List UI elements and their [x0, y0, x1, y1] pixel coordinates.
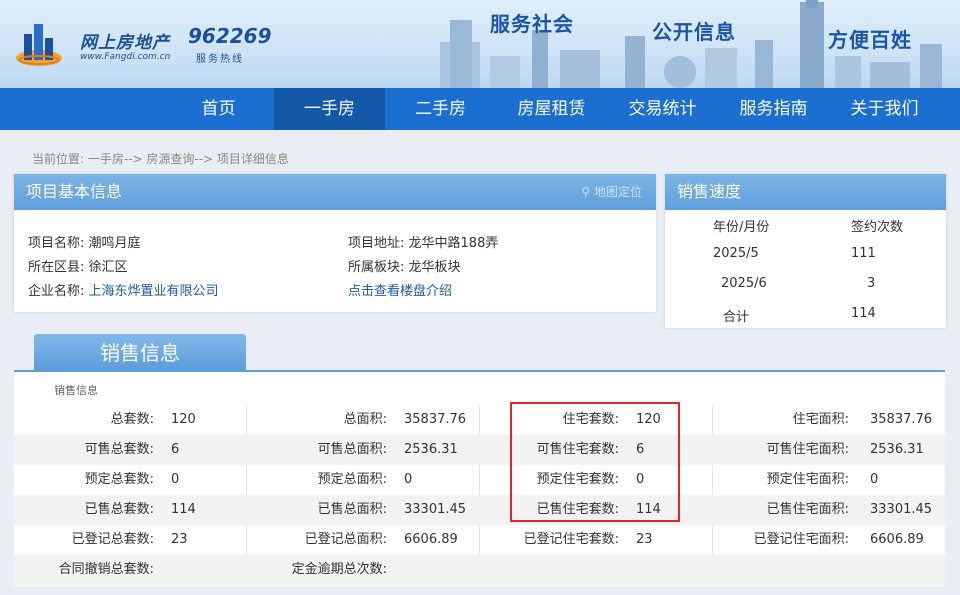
- company-label: 企业名称:: [28, 284, 85, 299]
- table-row: 已售总套数: 114 已售总面积: 33301.45 已售住宅套数: 114 已售住宅面积:…: [14, 495, 945, 525]
- cell-label-residential-area: 可售住宅面积:: [766, 442, 849, 457]
- block-row: 所属板块: 龙华板块: [348, 256, 461, 275]
- residential-highlight-box: [510, 402, 680, 522]
- site-header: 网上房地产 www.Fangdi.com.cn 962269 服务热线 服务社会…: [0, 0, 960, 88]
- hotline-label: 服务热线: [196, 54, 244, 65]
- cell-label-residential-area: 已登记住宅面积:: [753, 532, 849, 547]
- district-label: 所在区县:: [28, 260, 85, 275]
- cell-label-residential-area: [14, 555, 849, 585]
- breadcrumb: 当前位置: 一手房--> 房源查询--> 项目详细信息: [32, 152, 289, 166]
- project-info-title: 项目基本信息 ⚲ 地图定位: [14, 174, 656, 210]
- nav-item-statistics[interactable]: 交易统计: [607, 88, 718, 130]
- company-row: 企业名称: 上海东烨置业有限公司: [28, 280, 219, 299]
- project-name-row: 项目名称: 潮鸣月庭: [28, 232, 141, 251]
- speed-count: 111: [851, 246, 876, 261]
- slogan-convenience: 方便百姓: [828, 28, 912, 52]
- cell-label-residential-area: 预定住宅面积:: [766, 472, 849, 487]
- nav-item-resale[interactable]: 二手房: [385, 88, 496, 130]
- speed-count: 3: [867, 276, 876, 291]
- cell-value-residential-area: 2536.31: [870, 442, 924, 457]
- project-info-title-text: 项目基本信息: [26, 182, 123, 201]
- speed-total-label: 合计: [723, 310, 750, 325]
- sales-info-tab[interactable]: 销售信息: [34, 334, 246, 370]
- nav-item-rental[interactable]: 房屋租赁: [496, 88, 607, 130]
- speed-col-count: 签约次数: [851, 220, 904, 235]
- address-label: 项目地址:: [348, 236, 405, 251]
- project-info-panel: 项目基本信息 ⚲ 地图定位 项目名称: 潮鸣月庭 所在区县: 徐汇区 企业名称:…: [14, 174, 656, 312]
- sales-info-table: 销售信息 总套数: 120 总面积: 35837.76 住宅套数: 120 住宅面积: 358…: [14, 370, 945, 586]
- table-row: 总套数: 120 总面积: 35837.76 住宅套数: 120 住宅面积: 35837.76: [14, 405, 945, 435]
- cell-value-residential-area: 35837.76: [870, 412, 933, 427]
- speed-total-value: 114: [851, 306, 876, 321]
- hotline-number: 962269: [188, 24, 272, 48]
- address-row: 项目地址: 龙华中路188弄: [348, 232, 498, 251]
- sales-caption: 销售信息: [54, 384, 98, 397]
- intro-row: 点击查看楼盘介绍: [348, 280, 452, 299]
- speed-month: 2025/6: [721, 276, 767, 291]
- nav-item-about[interactable]: 关于我们: [829, 88, 940, 130]
- cell-value-residential-area: 33301.45: [870, 502, 933, 517]
- district-row: 所在区县: 徐汇区: [28, 256, 128, 275]
- table-row: 合同撤销总套数: 定金逾期总次数:: [14, 555, 945, 585]
- project-name-label: 项目名称:: [28, 236, 85, 251]
- speed-month: 2025/5: [713, 246, 759, 261]
- speed-col-month: 年份/月份: [713, 220, 770, 235]
- block-label: 所属板块:: [348, 260, 405, 275]
- project-name-value: 潮鸣月庭: [88, 236, 141, 251]
- company-link[interactable]: 上海东烨置业有限公司: [89, 284, 219, 299]
- table-row: 可售总套数: 6 可售总面积: 2536.31 可售住宅套数: 6 可售住宅面积: 2536.…: [14, 435, 945, 465]
- location-pin-icon: ⚲: [581, 185, 594, 199]
- block-value: 龙华板块: [408, 260, 461, 275]
- property-intro-link[interactable]: 点击查看楼盘介绍: [348, 284, 452, 299]
- logo-text[interactable]: 网上房地产: [80, 28, 170, 53]
- slogan-public-info: 公开信息: [652, 20, 736, 44]
- table-row: 预定总套数: 0 预定总面积: 0 预定住宅套数: 0 预定住宅面积: 0: [14, 465, 945, 495]
- cell-label-residential-area: 已售住宅面积:: [766, 502, 849, 517]
- cell-value-residential-area: 0: [870, 472, 879, 487]
- cell-label-residential-area: 住宅面积:: [792, 412, 849, 427]
- sales-speed-panel: 销售速度 年份/月份 签约次数 2025/5 111 2025/6 3 合计 1…: [665, 174, 946, 328]
- nav-item-guide[interactable]: 服务指南: [718, 88, 829, 130]
- map-location-link[interactable]: ⚲ 地图定位: [581, 174, 642, 210]
- cell-value-residential-area: 6606.89: [870, 532, 924, 547]
- address-value: 龙华中路188弄: [408, 236, 499, 251]
- table-row: 已登记总套数: 23 已登记总面积: 6606.89 已登记住宅套数: 23 已登记住宅面积…: [14, 525, 945, 555]
- nav-item-home[interactable]: 首页: [163, 88, 274, 130]
- map-location-label: 地图定位: [593, 185, 642, 199]
- logo-building-icon[interactable]: [14, 20, 64, 70]
- logo-url: www.Fangdi.com.cn: [80, 52, 171, 62]
- main-nav: 首页 一手房 二手房 房屋租赁 交易统计 服务指南 关于我们: [0, 88, 960, 130]
- slogan-serve-society: 服务社会: [490, 12, 574, 36]
- sales-speed-title: 销售速度: [665, 174, 946, 210]
- nav-item-new-homes[interactable]: 一手房: [274, 88, 385, 130]
- district-value: 徐汇区: [88, 260, 128, 275]
